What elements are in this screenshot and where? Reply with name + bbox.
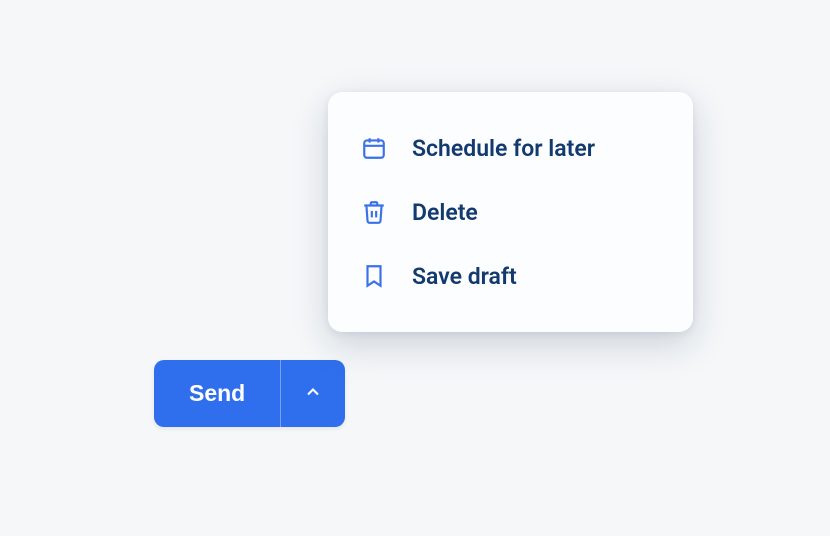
menu-item-schedule[interactable]: Schedule for later bbox=[328, 116, 693, 180]
bookmark-icon bbox=[360, 262, 388, 290]
calendar-icon bbox=[360, 134, 388, 162]
menu-item-label: Delete bbox=[412, 199, 478, 226]
send-button-label: Send bbox=[189, 380, 245, 407]
send-button[interactable]: Send bbox=[154, 360, 280, 427]
chevron-up-icon bbox=[303, 382, 323, 405]
menu-item-delete[interactable]: Delete bbox=[328, 180, 693, 244]
dropdown-menu: Schedule for later Delete Save draft bbox=[328, 92, 693, 332]
menu-item-label: Schedule for later bbox=[412, 135, 595, 162]
dropdown-toggle-button[interactable] bbox=[280, 360, 345, 427]
split-button-group: Send bbox=[154, 360, 345, 427]
menu-item-label: Save draft bbox=[412, 263, 517, 290]
trash-icon bbox=[360, 198, 388, 226]
menu-item-save-draft[interactable]: Save draft bbox=[328, 244, 693, 308]
